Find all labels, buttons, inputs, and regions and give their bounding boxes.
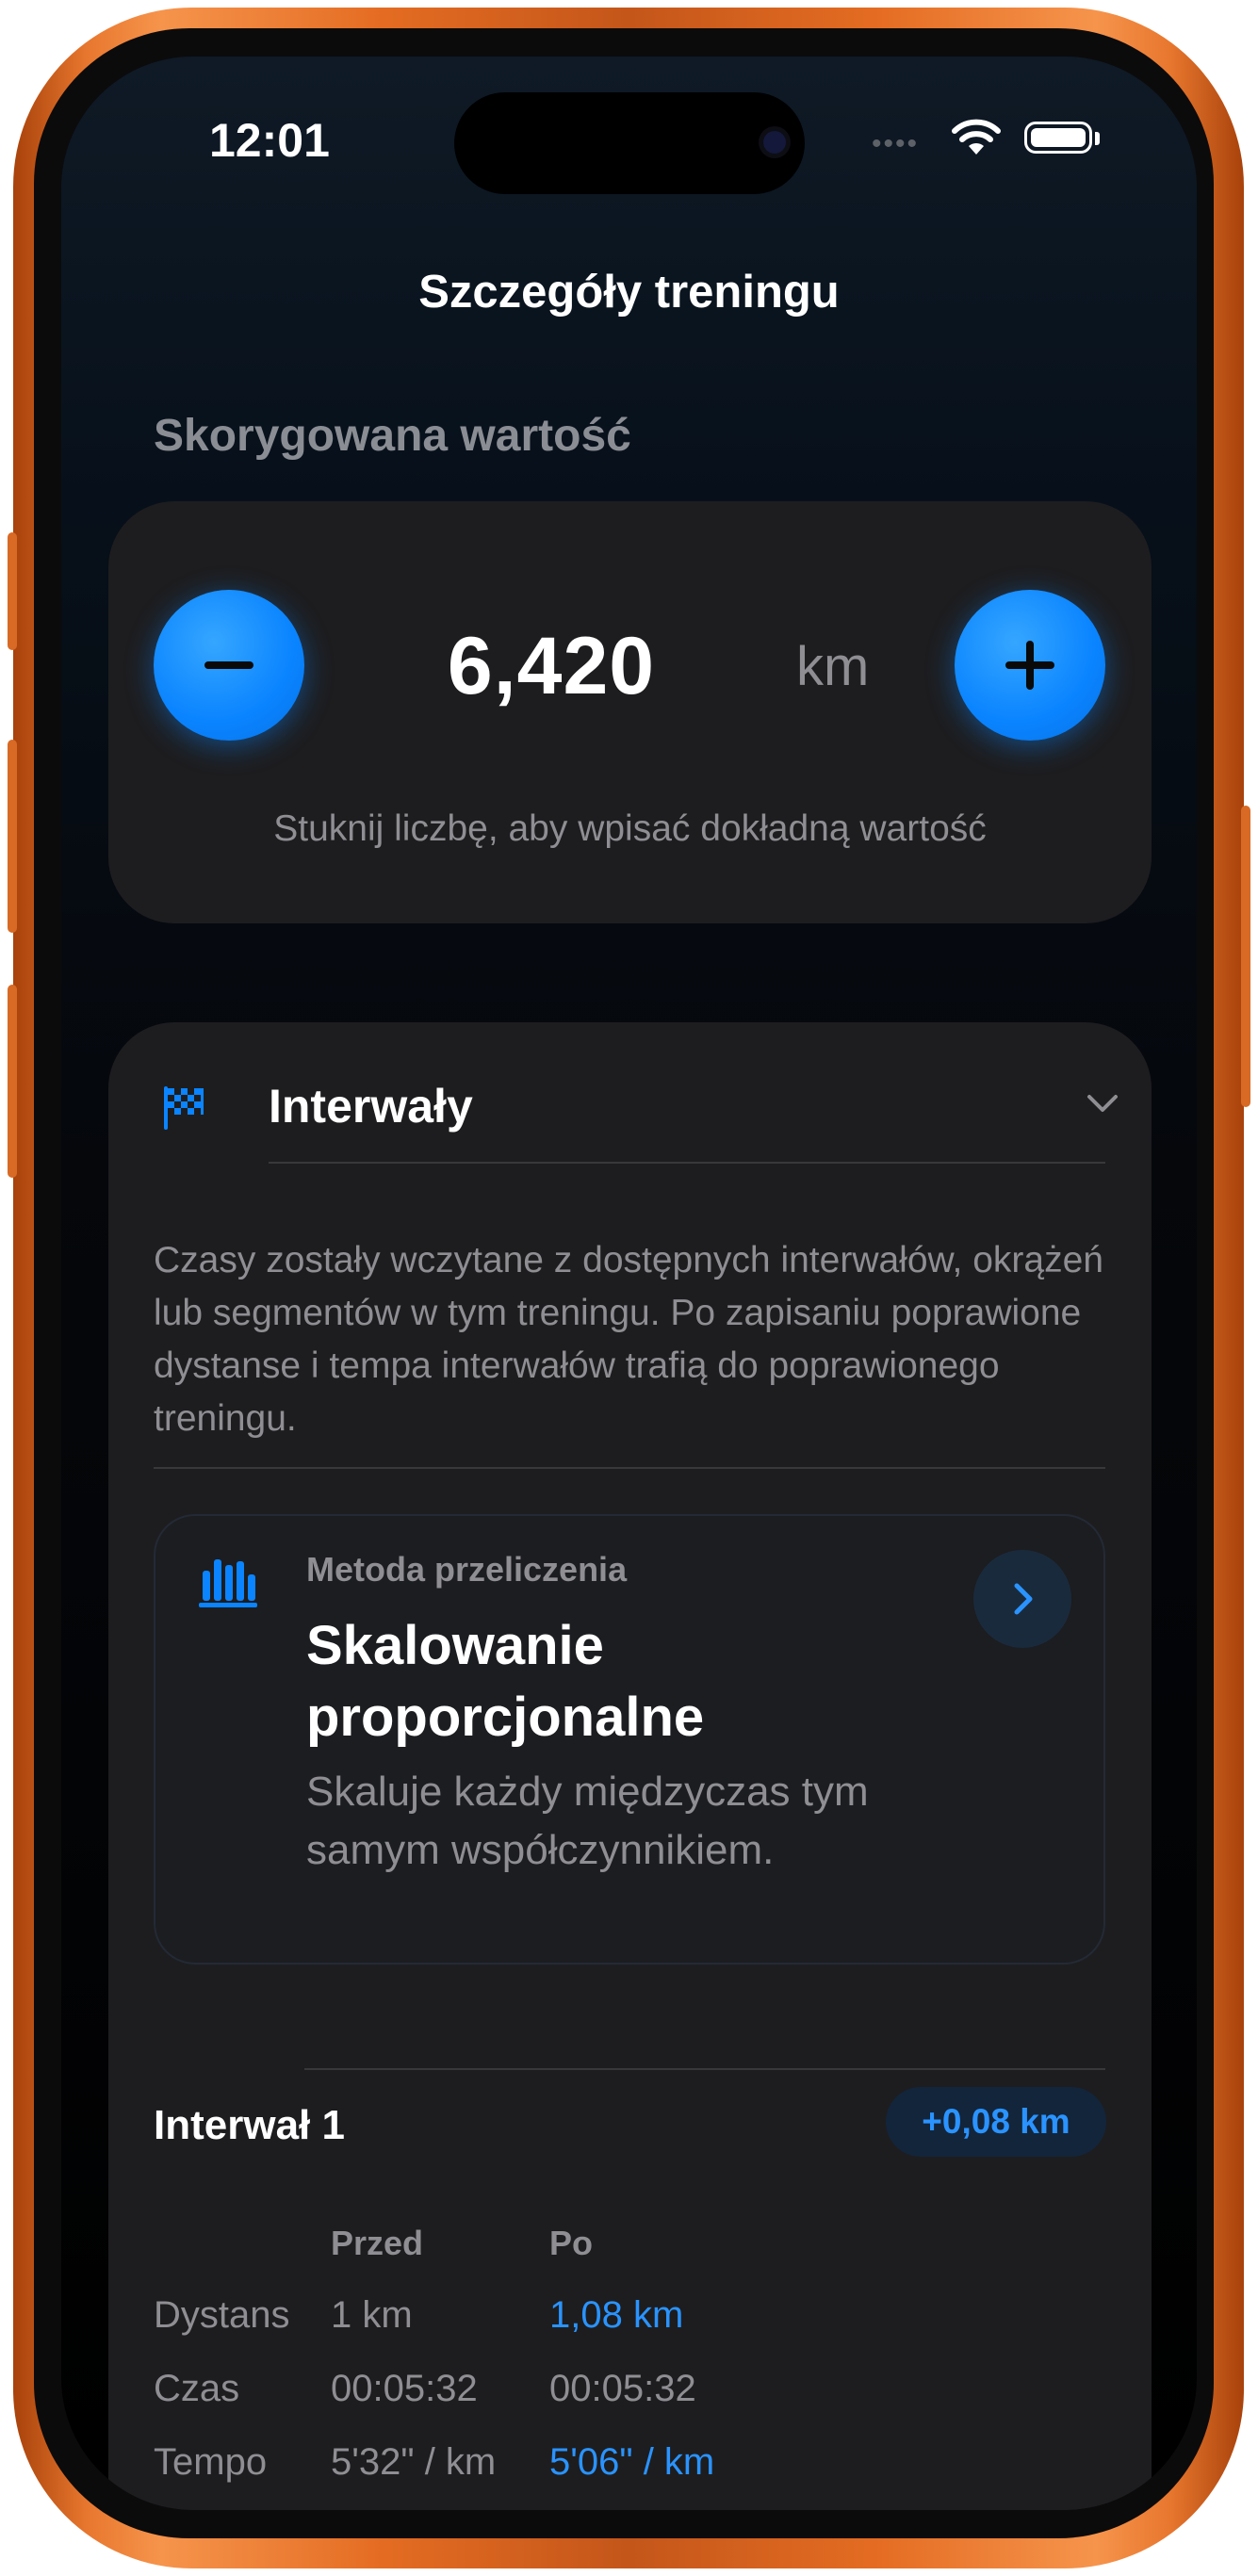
distance-delta-badge: +0,08 km — [886, 2087, 1106, 2157]
chevron-right-icon — [1014, 1583, 1033, 1615]
header-divider — [269, 1162, 1105, 1164]
plus-icon — [1005, 641, 1054, 690]
adjusted-value-label: Skorygowana wartość — [154, 411, 631, 461]
increment-button[interactable] — [955, 590, 1105, 741]
intervals-card: Interwały Czasy zostały wczytane z dostę… — [108, 1022, 1152, 2510]
adjusted-value-unit: km — [796, 636, 870, 697]
front-camera — [763, 131, 786, 154]
value-hint: Stuknij liczbę, aby wpisać dokładną wart… — [273, 808, 987, 849]
decrement-button[interactable] — [154, 590, 304, 741]
method-select-button[interactable] — [973, 1550, 1071, 1648]
page-title: Szczegóły treningu — [418, 267, 840, 318]
distance-before: 1 km — [331, 2294, 413, 2336]
minus-icon — [204, 661, 253, 669]
method-caption: Metoda przeliczenia — [306, 1550, 628, 1589]
side-button-volume-up — [8, 740, 17, 933]
pace-after: 5'06" / km — [549, 2441, 715, 2483]
column-header-before: Przed — [331, 2224, 424, 2262]
adjusted-value-number[interactable]: 6,420 — [400, 620, 702, 713]
screen: 12:01 •••• Szczegóły treningu Skorygowan… — [61, 57, 1197, 2510]
method-title: Skalowanie proporcjonalne — [306, 1615, 705, 1748]
column-header-after: Po — [549, 2224, 594, 2262]
distance-after: 1,08 km — [549, 2294, 684, 2336]
cellular-signal-icon: •••• — [872, 128, 920, 159]
chevron-down-icon[interactable] — [1086, 1092, 1119, 1115]
intervals-description: Czasy zostały wczytane z dostępnych inte… — [154, 1240, 1103, 1439]
status-time: 12:01 — [209, 114, 330, 167]
dynamic-island — [454, 92, 805, 194]
intervals-title[interactable]: Interwały — [269, 1079, 473, 1133]
wifi-icon — [952, 119, 1001, 155]
row-label-time: Czas — [154, 2368, 240, 2409]
interval-title: Interwał 1 — [154, 2102, 345, 2148]
description-divider — [154, 1467, 1105, 1469]
time-after: 00:05:32 — [549, 2368, 696, 2409]
side-button-power — [1241, 806, 1250, 1107]
side-button-volume-down — [8, 985, 17, 1178]
battery-icon — [1024, 122, 1092, 154]
method-description: Skaluje każdy międzyczas tym samym współ… — [306, 1769, 869, 1873]
row-label-distance: Dystans — [154, 2294, 290, 2336]
method-card[interactable]: Metoda przeliczenia Skalowanie proporcjo… — [154, 1514, 1105, 1965]
flag-checkered-icon — [164, 1086, 204, 1130]
method-divider — [304, 2068, 1105, 2070]
bar-chart-icon — [199, 1559, 257, 1607]
side-button-action — [8, 532, 17, 650]
time-before: 00:05:32 — [331, 2368, 478, 2409]
row-label-pace: Tempo — [154, 2441, 268, 2483]
adjusted-value-card: 6,420 km Stuknij liczbę, aby wpisać dokł… — [108, 501, 1152, 923]
pace-before: 5'32" / km — [331, 2441, 497, 2483]
battery-tip — [1095, 132, 1100, 145]
